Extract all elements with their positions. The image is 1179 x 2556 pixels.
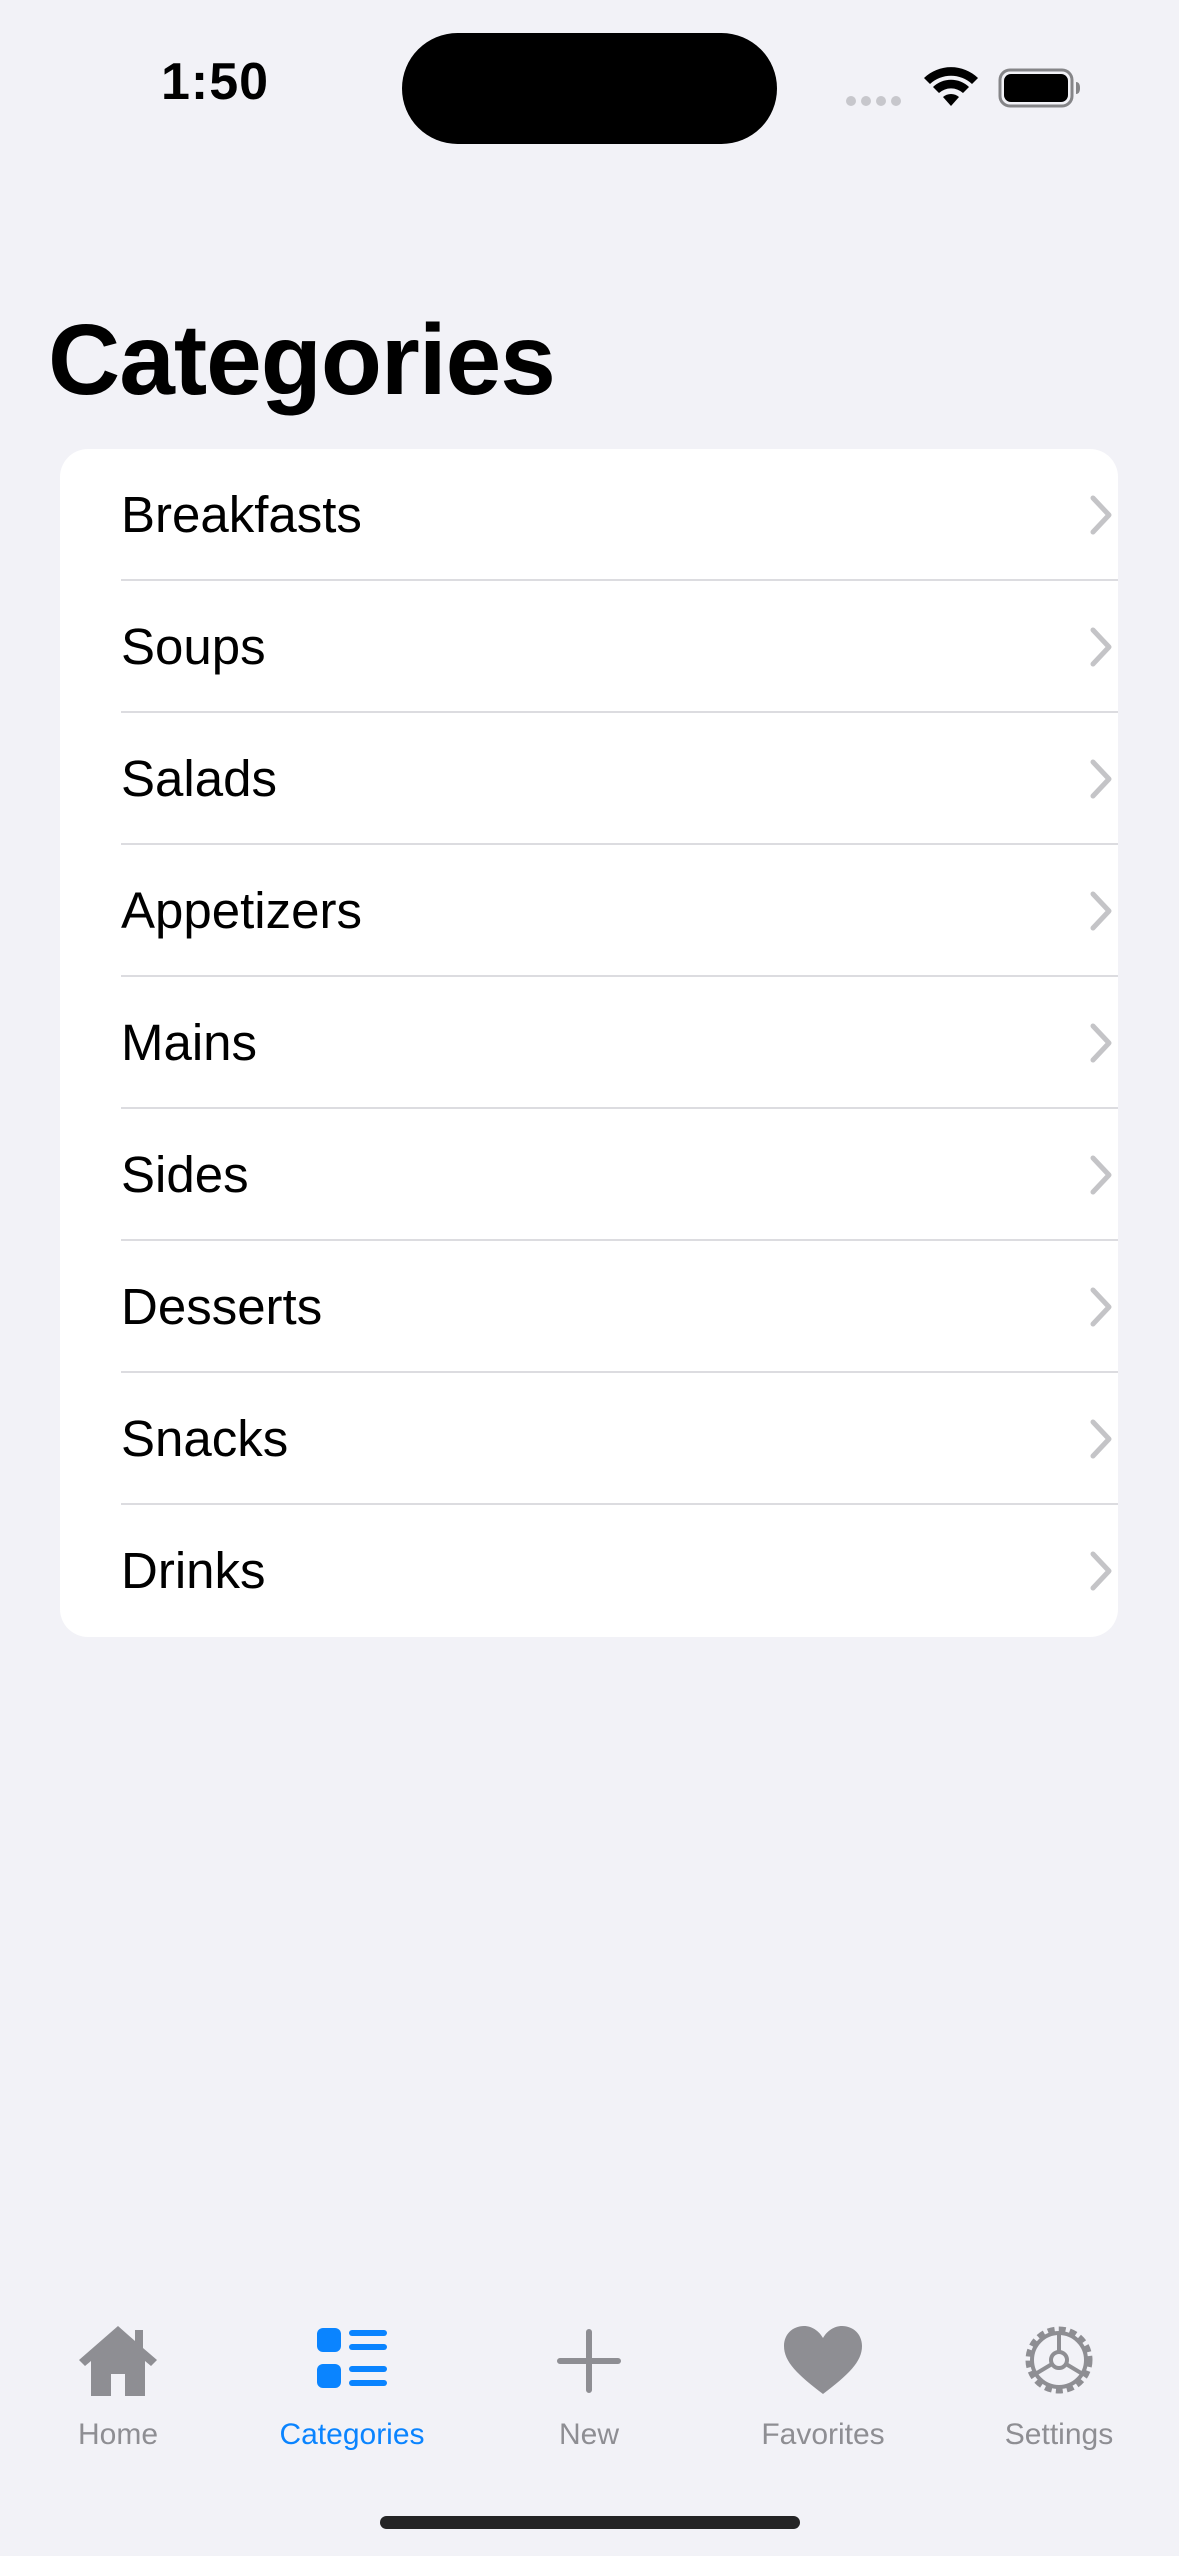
chevron-right-icon: [1090, 1155, 1112, 1195]
tab-favorites[interactable]: Favorites: [723, 2300, 923, 2460]
tab-home[interactable]: Home: [18, 2300, 218, 2460]
tab-categories[interactable]: Categories: [252, 2300, 452, 2460]
chevron-right-icon: [1090, 627, 1112, 667]
chevron-right-icon: [1090, 1287, 1112, 1327]
list-item-appetizers[interactable]: Appetizers: [60, 845, 1118, 977]
list-item-label: Snacks: [121, 1410, 289, 1467]
house-icon: [79, 2326, 157, 2396]
chevron-right-icon: [1090, 759, 1112, 799]
chevron-right-icon: [1090, 1419, 1112, 1459]
status-bar: 1:50: [0, 0, 1179, 160]
list-item-label: Drinks: [121, 1542, 266, 1599]
tab-label: Categories: [279, 2418, 425, 2451]
heart-icon: [784, 2326, 862, 2394]
dynamic-island: [402, 33, 777, 144]
chevron-right-icon: [1090, 1551, 1112, 1591]
list-item-salads[interactable]: Salads: [60, 713, 1118, 845]
plus-icon: [557, 2329, 621, 2393]
chevron-right-icon: [1090, 495, 1112, 535]
home-indicator[interactable]: [380, 2516, 800, 2529]
page-title: Categories: [48, 304, 556, 416]
battery-icon: [998, 68, 1080, 108]
list-item-label: Mains: [121, 1014, 258, 1071]
list-item-breakfasts[interactable]: Breakfasts: [60, 449, 1118, 581]
list-item-sides[interactable]: Sides: [60, 1109, 1118, 1241]
list-item-label: Salads: [121, 750, 277, 807]
chevron-right-icon: [1090, 1023, 1112, 1063]
tab-label: Home: [77, 2418, 159, 2451]
tab-label: Settings: [1004, 2418, 1114, 2451]
tab-settings[interactable]: Settings: [959, 2300, 1159, 2460]
list-item-soups[interactable]: Soups: [60, 581, 1118, 713]
wifi-icon: [924, 67, 978, 106]
tab-label: New: [558, 2418, 619, 2451]
list-item-drinks[interactable]: Drinks: [60, 1505, 1118, 1637]
list-item-desserts[interactable]: Desserts: [60, 1241, 1118, 1373]
list-bullet-icon: [317, 2328, 387, 2388]
gear-icon: [1025, 2326, 1093, 2394]
list-item-label: Sides: [121, 1146, 249, 1203]
chevron-right-icon: [1090, 891, 1112, 931]
list-item-label: Desserts: [121, 1278, 323, 1335]
category-list: Breakfasts Soups Salads Appetizers Mains…: [60, 449, 1118, 1637]
list-item-label: Breakfasts: [121, 486, 362, 543]
cellular-signal-icon: [846, 96, 901, 106]
list-item-snacks[interactable]: Snacks: [60, 1373, 1118, 1505]
list-item-mains[interactable]: Mains: [60, 977, 1118, 1109]
tab-new[interactable]: New: [489, 2300, 689, 2460]
tab-label: Favorites: [761, 2418, 885, 2451]
list-item-label: Appetizers: [121, 882, 362, 939]
list-item-label: Soups: [121, 618, 266, 675]
status-time: 1:50: [160, 53, 270, 111]
